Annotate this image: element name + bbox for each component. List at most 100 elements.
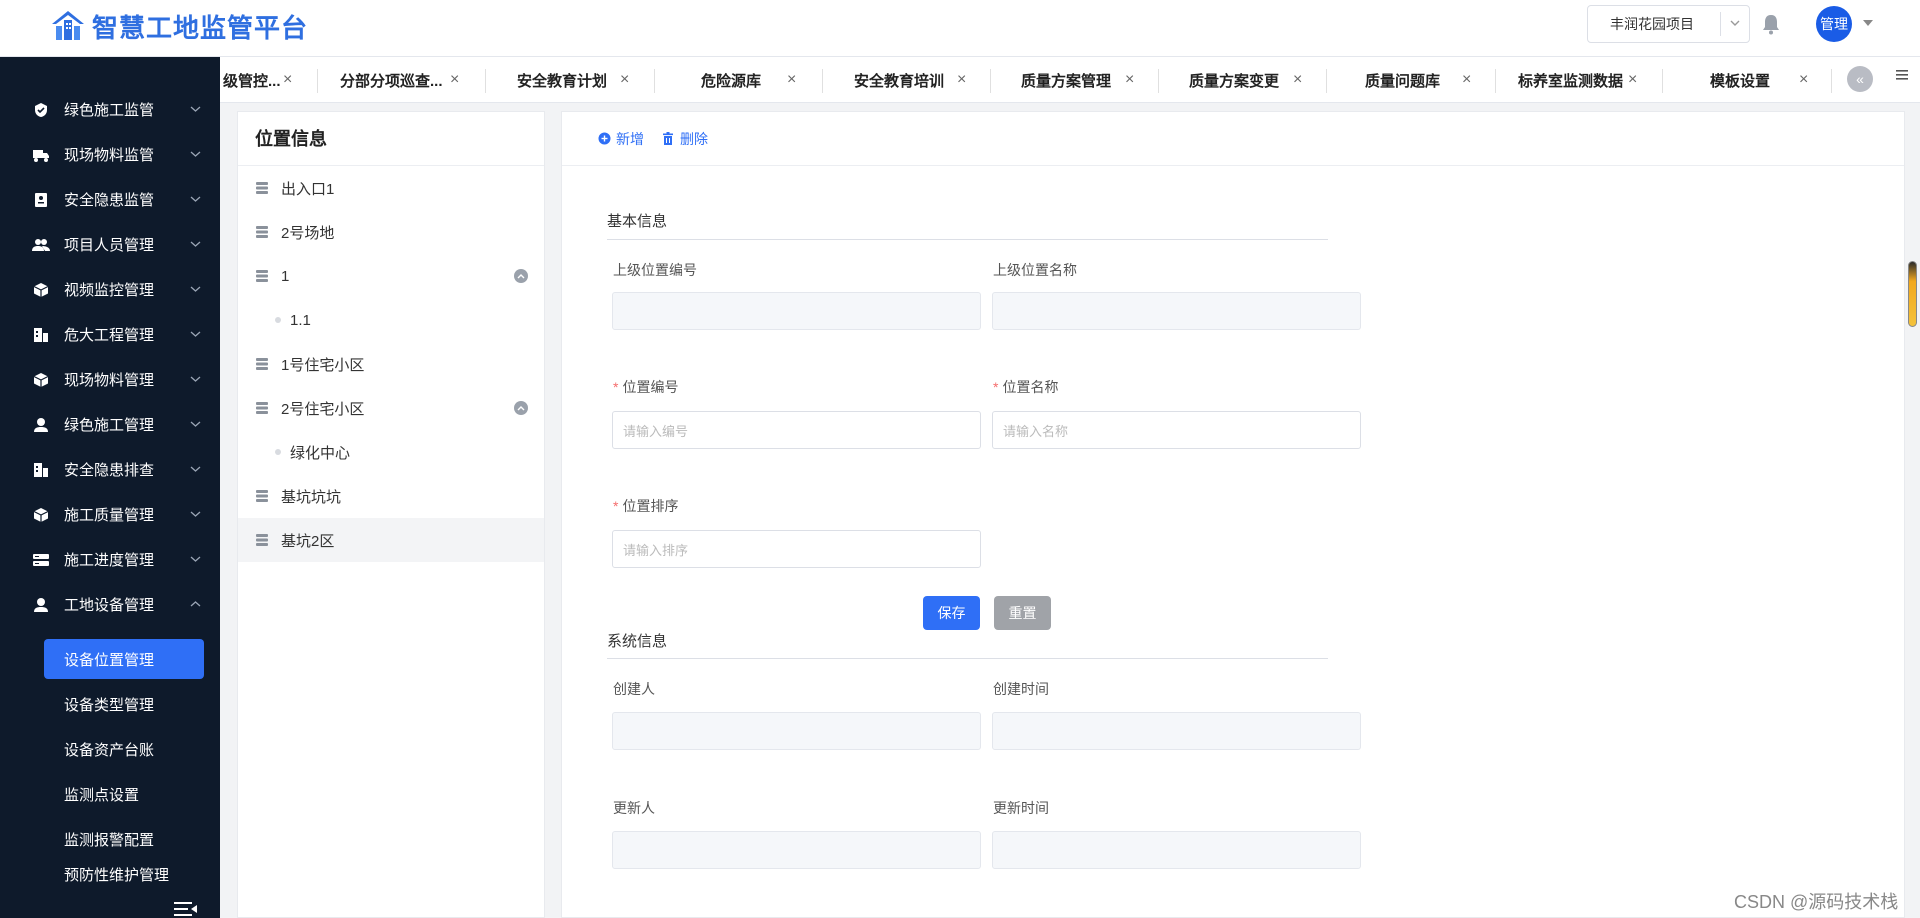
reset-button[interactable]: 重置: [994, 596, 1051, 630]
document-icon: [32, 191, 50, 209]
chevron-down-icon: [190, 284, 220, 296]
sidebar-item-hazard-supervision[interactable]: 安全隐患监管: [0, 177, 220, 222]
tree-node[interactable]: 基坑坑坑: [238, 474, 544, 518]
close-icon[interactable]: ×: [787, 71, 796, 89]
chevron-down-icon: [190, 419, 220, 431]
sidebar-item-label: 现场物料管理: [64, 372, 155, 389]
chevron-down-icon: [190, 239, 220, 251]
tree-node[interactable]: 2号场地: [238, 210, 544, 254]
code-label: * 位置编号: [613, 377, 678, 397]
stack-icon: [255, 269, 269, 283]
sidebar-item-label: 视频监控管理: [64, 282, 155, 299]
sidebar-item-personnel-management[interactable]: 项目人员管理: [0, 222, 220, 267]
sidebar-item-quality-management[interactable]: 施工质量管理: [0, 492, 220, 537]
tab-item[interactable]: 模板设置 ×: [1710, 57, 1808, 102]
parent-code-field[interactable]: [612, 292, 981, 330]
chevron-down-icon: [190, 374, 220, 386]
building-logo-icon: [50, 8, 86, 44]
menu-collapse-icon[interactable]: [173, 900, 199, 918]
updater-field[interactable]: [612, 831, 981, 869]
tree-node[interactable]: 2号住宅小区: [238, 386, 544, 430]
tab-divider: [822, 69, 823, 93]
sidebar-item-material-management[interactable]: 现场物料管理: [0, 357, 220, 402]
updated-time-field[interactable]: [992, 831, 1361, 869]
collapse-toggle-icon[interactable]: [514, 401, 528, 415]
sort-input[interactable]: 请输入排序: [612, 530, 981, 568]
tree-node[interactable]: 出入口1: [238, 166, 544, 210]
close-icon[interactable]: ×: [620, 71, 629, 89]
close-icon[interactable]: ×: [283, 71, 292, 89]
creator-label: 创建人: [613, 681, 655, 697]
tab-item[interactable]: 分部分项巡查... ×: [340, 57, 459, 102]
tab-item[interactable]: 安全教育培训 ×: [854, 57, 966, 102]
tree-node-selected[interactable]: 基坑2区: [238, 518, 544, 562]
tab-item[interactable]: 安全教育计划 ×: [517, 57, 629, 102]
sidebar-item-progress-management[interactable]: 施工进度管理: [0, 537, 220, 582]
sidebar-item-video-monitoring[interactable]: 视频监控管理: [0, 267, 220, 312]
stack-icon: [255, 181, 269, 195]
tree-node[interactable]: 1: [238, 254, 544, 298]
chevron-down-icon: [1721, 17, 1749, 32]
tab-label: 危险源库: [701, 72, 762, 90]
chevron-up-icon: [190, 599, 220, 611]
project-select[interactable]: 丰润花园项目: [1587, 5, 1750, 43]
tree-node[interactable]: 1号住宅小区: [238, 342, 544, 386]
close-icon[interactable]: ×: [1799, 71, 1808, 89]
app-logo[interactable]: 智慧工地监管平台: [50, 6, 308, 46]
code-input[interactable]: 请输入编号: [612, 411, 981, 449]
tab-item[interactable]: 标养室监测数据 ×: [1518, 57, 1637, 102]
close-icon[interactable]: ×: [1125, 71, 1134, 89]
hamburger-menu-icon[interactable]: [1893, 66, 1911, 84]
add-button[interactable]: 新增: [598, 129, 644, 149]
sidebar-item-label: 安全隐患排查: [64, 462, 155, 479]
sidebar-subitem-type-management[interactable]: 设备类型管理: [44, 684, 204, 724]
sidebar-item-hazard-inspection[interactable]: 安全隐患排查: [0, 447, 220, 492]
sidebar-item-green-construction-management[interactable]: 绿色施工管理: [0, 402, 220, 447]
tree-node-label: 基坑2区: [281, 532, 335, 550]
tab-item[interactable]: 质量方案变更 ×: [1189, 57, 1302, 102]
caret-down-icon[interactable]: [1862, 17, 1874, 31]
bell-icon[interactable]: [1760, 12, 1782, 36]
tab-item[interactable]: 危险源库 ×: [701, 57, 796, 102]
tab-item[interactable]: 质量方案管理 ×: [1021, 57, 1134, 102]
sidebar-item-green-construction-supervision[interactable]: 绿色施工监管: [0, 87, 220, 132]
stack-icon: [255, 533, 269, 547]
sidebar-item-material-supervision[interactable]: 现场物料监管: [0, 132, 220, 177]
tab-item[interactable]: 级管控... ×: [223, 57, 292, 102]
building-icon: [32, 326, 50, 344]
tree-node-child[interactable]: 1.1: [238, 298, 544, 342]
tab-item[interactable]: 质量问题库 ×: [1365, 57, 1471, 102]
close-icon[interactable]: ×: [957, 71, 966, 89]
delete-button[interactable]: 删除: [662, 129, 708, 149]
parent-name-field[interactable]: [992, 292, 1361, 330]
close-icon[interactable]: ×: [450, 71, 459, 89]
close-icon[interactable]: ×: [1462, 71, 1471, 89]
creator-field[interactable]: [612, 712, 981, 750]
created-time-field[interactable]: [992, 712, 1361, 750]
tabs-scroll-left-button[interactable]: «: [1847, 66, 1873, 92]
name-input[interactable]: 请输入名称: [992, 411, 1361, 449]
parent-name-label: 上级位置名称: [993, 262, 1077, 278]
save-button[interactable]: 保存: [923, 596, 980, 630]
sidebar-subitem-asset-ledger[interactable]: 设备资产台账: [44, 729, 204, 769]
chevron-down-icon: [190, 104, 220, 116]
user-icon: [32, 416, 50, 434]
sidebar-subitem-preventive-maintenance[interactable]: 预防性维护管理: [44, 864, 204, 886]
sidebar-subitem-monitoring-points[interactable]: 监测点设置: [44, 774, 204, 814]
tree-node-label: 1号住宅小区: [281, 356, 365, 374]
close-icon[interactable]: ×: [1628, 71, 1637, 89]
user-icon: [32, 596, 50, 614]
sidebar-item-label: 安全隐患监管: [64, 192, 155, 209]
sidebar-subitem-alarm-config[interactable]: 监测报警配置: [44, 819, 204, 859]
page-scrollbar[interactable]: [1908, 261, 1917, 327]
collapse-toggle-icon[interactable]: [514, 269, 528, 283]
tree-node-child[interactable]: 绿化中心: [238, 430, 544, 474]
stack-icon: [255, 225, 269, 239]
sidebar-subitem-location-management[interactable]: 设备位置管理: [44, 639, 204, 679]
sidebar-item-equipment-management[interactable]: 工地设备管理: [0, 582, 220, 627]
sidebar-item-major-hazard-engineering[interactable]: 危大工程管理: [0, 312, 220, 357]
avatar[interactable]: 管理: [1816, 6, 1852, 42]
close-icon[interactable]: ×: [1293, 71, 1302, 89]
app-title: 智慧工地监管平台: [92, 12, 309, 43]
plus-circle-icon: [598, 132, 611, 145]
